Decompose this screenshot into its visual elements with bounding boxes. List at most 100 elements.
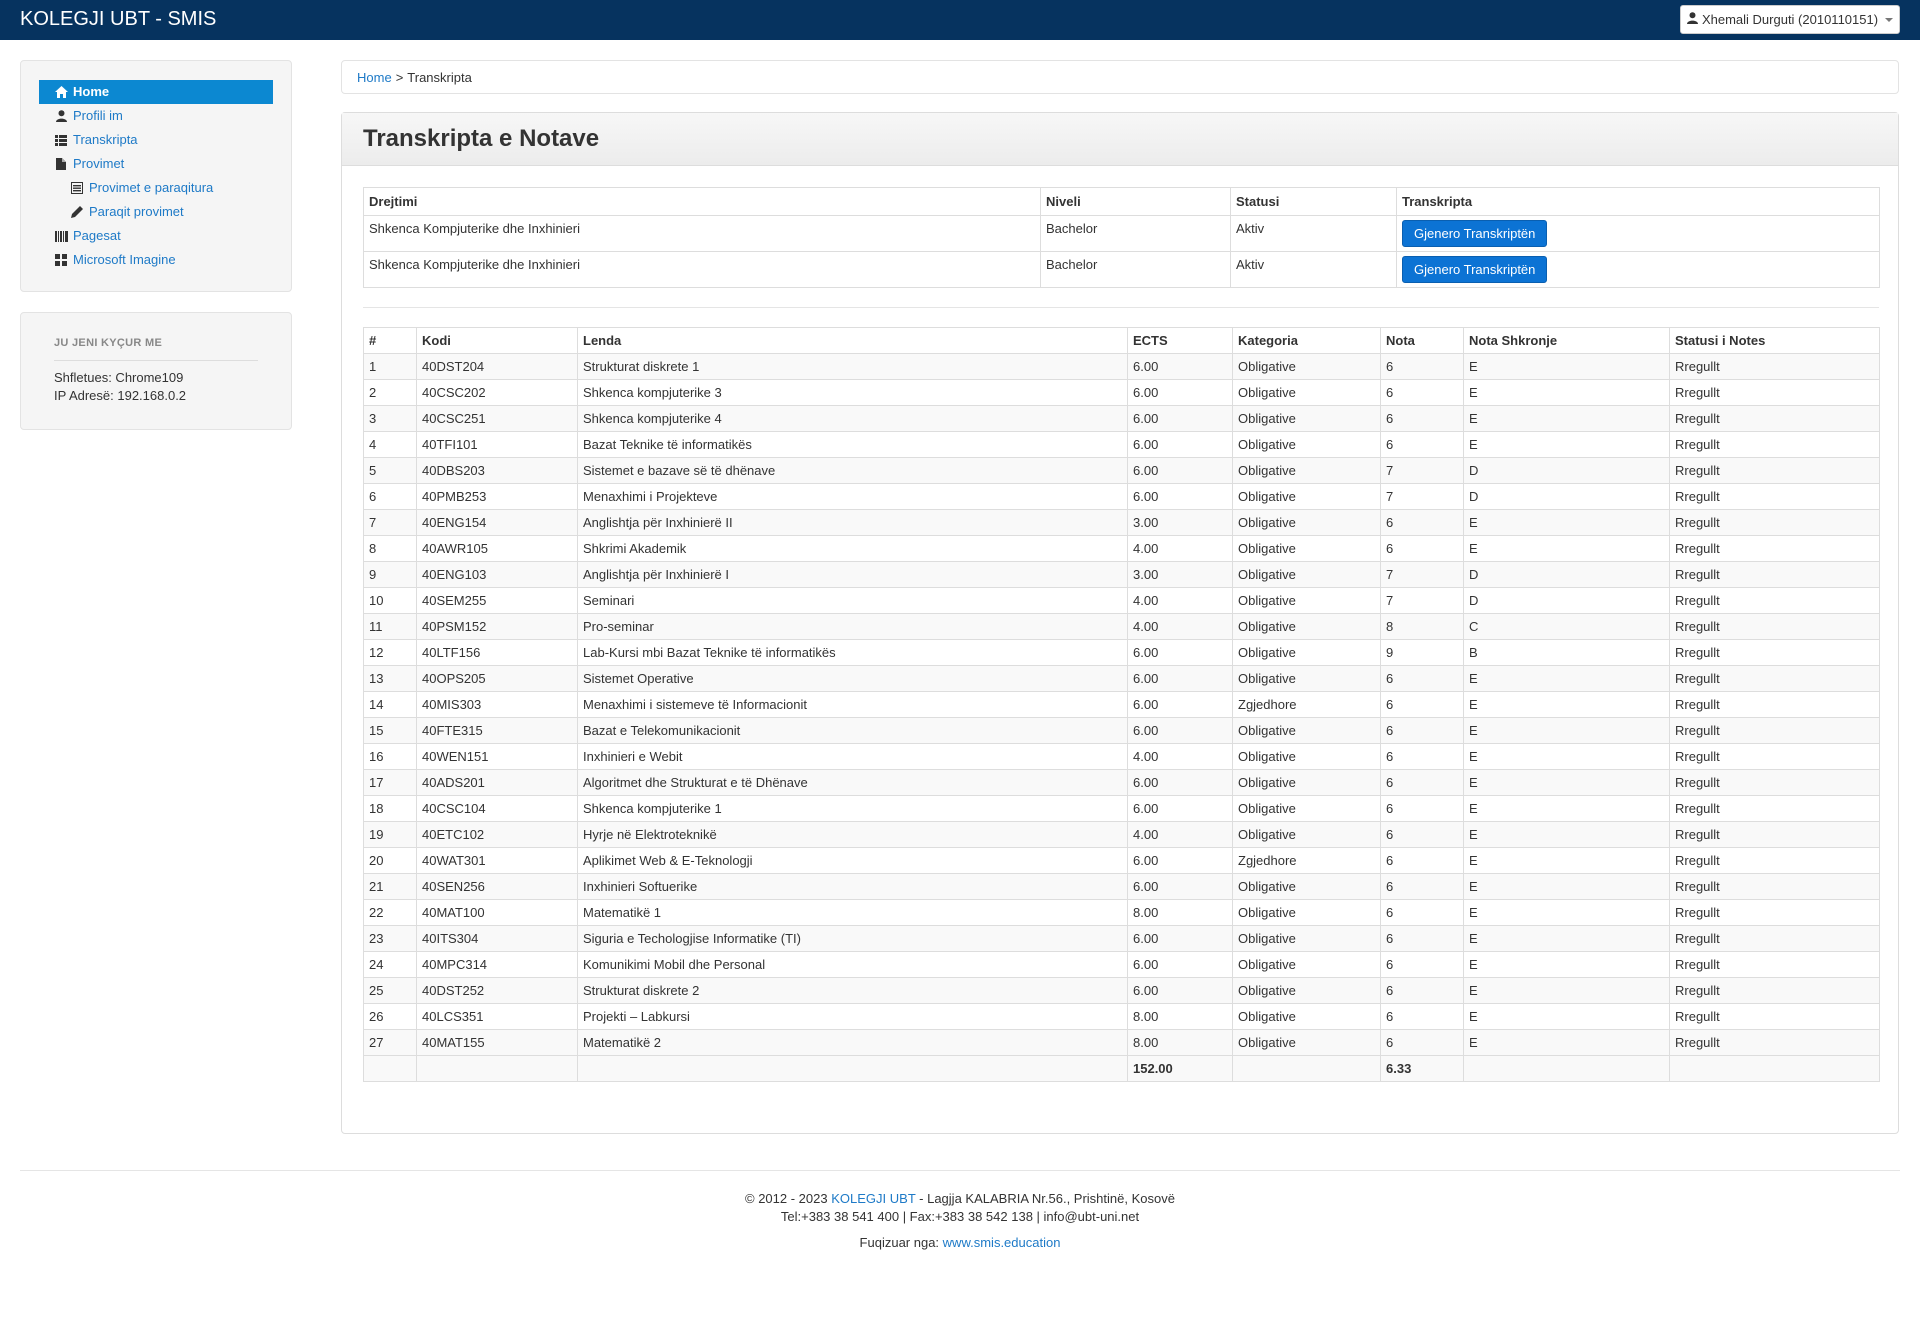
breadcrumb-home-link[interactable]: Home	[357, 70, 392, 85]
row-number: 4	[363, 431, 417, 458]
course-code: 40CSC202	[416, 379, 578, 406]
grade-status: Rregullt	[1669, 1003, 1880, 1030]
row-number: 6	[363, 483, 417, 510]
sidebar-item-microsoft-imagine[interactable]: Microsoft Imagine	[39, 248, 273, 272]
course-name: Komunikimi Mobil dhe Personal	[577, 951, 1128, 978]
generate-transcript-button[interactable]: Gjenero Transkriptën	[1402, 220, 1548, 247]
sidebar-item-submitted-exams[interactable]: Provimet e paraqitura	[39, 176, 273, 200]
sidebar-item-home[interactable]: Home	[39, 80, 273, 104]
letter-grade: E	[1463, 509, 1670, 536]
column-header: #	[363, 327, 417, 354]
grade: 6	[1380, 509, 1464, 536]
page-title: Transkripta e Notave	[342, 113, 1898, 166]
grade: 8	[1380, 613, 1464, 640]
ects: 8.00	[1127, 1029, 1233, 1056]
course-code: 40ITS304	[416, 925, 578, 952]
grade: 6	[1380, 899, 1464, 926]
top-navbar: KOLEGJI UBT - SMIS Xhemali Durguti (2010…	[0, 0, 1920, 40]
ects: 3.00	[1127, 561, 1233, 588]
course-code: 40PMB253	[416, 483, 578, 510]
sidebar-item-register-exams[interactable]: Paraqit provimet	[39, 200, 273, 224]
sidebar-item-exams[interactable]: Provimet	[39, 152, 273, 176]
sidebar-item-profile[interactable]: Profili im	[39, 104, 273, 128]
ects: 6.00	[1127, 665, 1233, 692]
footer-divider	[20, 1170, 1900, 1171]
program-status: Aktiv	[1230, 215, 1397, 252]
row-number: 14	[363, 691, 417, 718]
user-icon	[1686, 12, 1698, 27]
grade: 6	[1380, 1029, 1464, 1056]
column-header: ECTS	[1127, 327, 1233, 354]
ects: 6.00	[1127, 639, 1233, 666]
table-row: 8 40AWR105 Shkrimi Akademik 4.00 Obligative 6…	[363, 535, 1880, 562]
category: Obligative	[1232, 535, 1381, 562]
browser-info: Shfletues: Chrome109	[54, 370, 184, 385]
letter-grade: E	[1463, 431, 1670, 458]
grade-status: Rregullt	[1669, 405, 1880, 432]
grade: 6	[1380, 535, 1464, 562]
divider	[363, 307, 1879, 308]
course-code: 40ENG154	[416, 509, 578, 536]
grade: 6	[1380, 951, 1464, 978]
course-name: Shkenca kompjuterike 4	[577, 405, 1128, 432]
table-row: 12 40LTF156 Lab-Kursi mbi Bazat Teknike të…	[363, 639, 1880, 666]
letter-grade: E	[1463, 977, 1670, 1004]
course-name: Strukturat diskrete 2	[577, 977, 1128, 1004]
table-row: 27 40MAT155 Matematikë 2 8.00 Obligative 6 E Rr…	[363, 1029, 1880, 1056]
generate-transcript-button[interactable]: Gjenero Transkriptën	[1402, 256, 1548, 283]
grade: 6	[1380, 717, 1464, 744]
course-name: Shkenca kompjuterike 1	[577, 795, 1128, 822]
sidebar-item-payments[interactable]: Pagesat	[39, 224, 273, 248]
row-number: 18	[363, 795, 417, 822]
ects: 4.00	[1127, 535, 1233, 562]
column-header: Statusi i Notes	[1669, 327, 1880, 354]
letter-grade: D	[1463, 561, 1670, 588]
row-number: 5	[363, 457, 417, 484]
grade-status: Rregullt	[1669, 1029, 1880, 1056]
ects: 6.00	[1127, 847, 1233, 874]
grade-status: Rregullt	[1669, 977, 1880, 1004]
category: Obligative	[1232, 899, 1381, 926]
table-row: 18 40CSC104 Shkenca kompjuterike 1 6.00 Obli…	[363, 795, 1880, 822]
course-name: Sistemet e bazave së të dhënave	[577, 457, 1128, 484]
grade: 6	[1380, 405, 1464, 432]
ects: 8.00	[1127, 1003, 1233, 1030]
grade: 6	[1380, 795, 1464, 822]
course-code: 40AWR105	[416, 535, 578, 562]
grade-status: Rregullt	[1669, 379, 1880, 406]
grade-status: Rregullt	[1669, 509, 1880, 536]
session-title: JU JENI KYÇUR ME	[54, 337, 163, 349]
ects: 4.00	[1127, 743, 1233, 770]
row-number: 23	[363, 925, 417, 952]
grade-status: Rregullt	[1669, 717, 1880, 744]
letter-grade: E	[1463, 717, 1670, 744]
sidebar-item-transcript[interactable]: Transkripta	[39, 128, 273, 152]
category: Obligative	[1232, 821, 1381, 848]
grade: 6	[1380, 847, 1464, 874]
user-menu-button[interactable]: Xhemali Durguti (2010110151)	[1680, 5, 1900, 34]
row-number: 15	[363, 717, 417, 744]
course-code: 40SEN256	[416, 873, 578, 900]
course-code: 40DST252	[416, 977, 578, 1004]
course-name: Matematikë 1	[577, 899, 1128, 926]
grade-status: Rregullt	[1669, 899, 1880, 926]
footer-org-link[interactable]: KOLEGJI UBT	[831, 1191, 915, 1206]
row-number: 12	[363, 639, 417, 666]
grade: 6	[1380, 977, 1464, 1004]
course-name: Lab-Kursi mbi Bazat Teknike të informati…	[577, 639, 1128, 666]
brand-title[interactable]: KOLEGJI UBT - SMIS	[20, 7, 216, 31]
footer-powered-link[interactable]: www.smis.education	[943, 1235, 1061, 1250]
transcript-cell: Gjenero Transkriptën	[1396, 215, 1880, 252]
total-ects: 152.00	[1127, 1055, 1233, 1082]
course-code: 40MAT155	[416, 1029, 578, 1056]
category: Obligative	[1232, 925, 1381, 952]
ects: 6.00	[1127, 457, 1233, 484]
row-number: 27	[363, 1029, 417, 1056]
letter-grade: C	[1463, 613, 1670, 640]
chevron-down-icon	[1885, 17, 1894, 22]
sidebar-item-label: Profili im	[73, 108, 123, 123]
row-number: 11	[363, 613, 417, 640]
course-code: 40LTF156	[416, 639, 578, 666]
course-code: 40DST204	[416, 353, 578, 380]
ects: 4.00	[1127, 821, 1233, 848]
